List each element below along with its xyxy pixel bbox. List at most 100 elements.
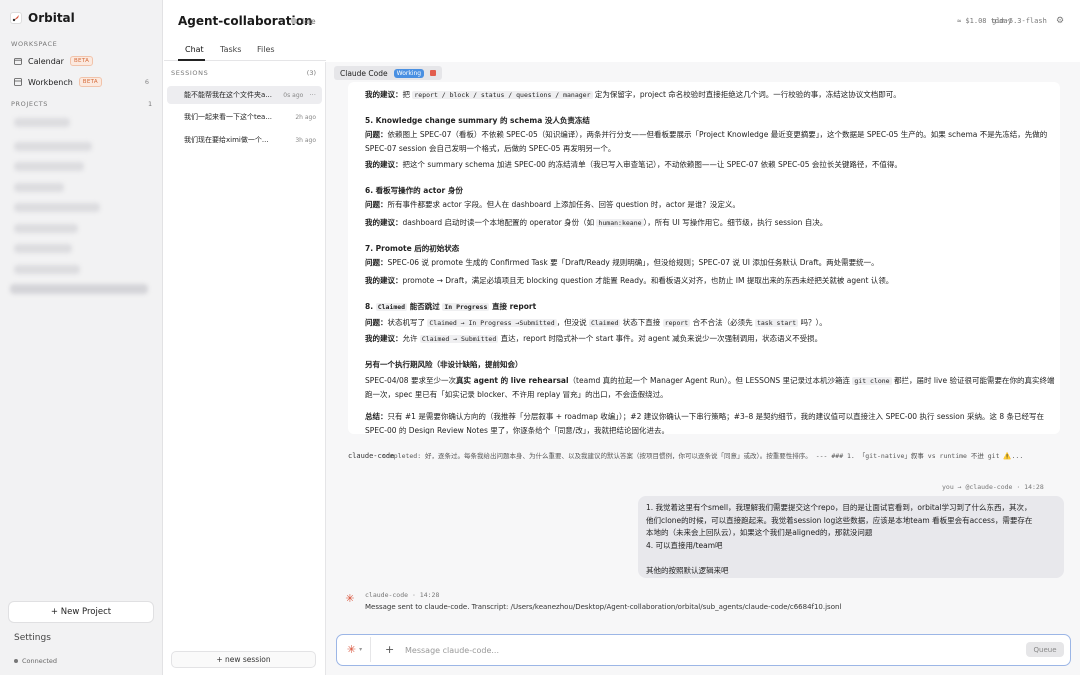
suggestion-lead: 我的建议： bbox=[365, 334, 403, 343]
text: 能否跳过 bbox=[407, 302, 443, 311]
session-time: 0s ago bbox=[283, 91, 304, 99]
section-heading: 另有一个执行期风险（非设计缺陷，提前知会） bbox=[365, 360, 523, 369]
text: dashboard 启动时读一个本地配置的 operator 身份（如 bbox=[402, 218, 597, 227]
agent-picker[interactable]: ✳ ▾ bbox=[339, 637, 371, 662]
section-heading: 6. 看板写操作的 actor 身份 bbox=[365, 186, 463, 195]
completed-text: completed: 好，逐条过。每条我给出问题本身、为什么重要、以及我建议的默… bbox=[382, 452, 1024, 460]
project-item-blurred[interactable] bbox=[14, 183, 64, 192]
sidebar-item-calendar[interactable]: Calendar BETA bbox=[8, 52, 154, 70]
chevron-down-icon: ▾ bbox=[359, 646, 363, 653]
new-session-button[interactable]: + new session bbox=[171, 651, 316, 668]
text: ），所有 UI 写操作用它。细节级，执行 session 自决。 bbox=[643, 218, 828, 227]
connection-status: Connected bbox=[14, 657, 57, 665]
bold-text: 真实 agent 的 live rehearsal bbox=[455, 376, 569, 385]
beta-badge: BETA bbox=[78, 77, 102, 87]
inline-code: report / block / status / questions / ma… bbox=[412, 91, 593, 99]
chat-area: Claude Code Working 我的建议：把 report / bloc… bbox=[326, 62, 1080, 675]
project-item-blurred[interactable] bbox=[14, 265, 80, 274]
gear-icon[interactable]: ⚙ bbox=[1056, 16, 1064, 26]
problem-lead: 问题： bbox=[365, 318, 388, 327]
inline-code: report bbox=[662, 319, 691, 327]
project-item-blurred[interactable] bbox=[14, 224, 78, 233]
user-message-line: 4. 可以直接用/team吧 bbox=[646, 540, 723, 550]
text: 只有 #1 是需要你确认方向的（我推荐「分层叙事 + roadmap 收编」）；… bbox=[365, 412, 1045, 434]
brand[interactable]: Orbital bbox=[10, 11, 75, 25]
stop-icon[interactable] bbox=[430, 70, 437, 76]
text: 状态下直接 bbox=[620, 318, 663, 327]
message-paragraph: 我的建议：dashboard 启动时读一个本地配置的 operator 身份（如… bbox=[365, 216, 1055, 230]
message-paragraph: 我的建议：promote → Draft，满足必填项且无 blocking qu… bbox=[365, 274, 1055, 288]
text: SPEC-04/08 要求至少一次 bbox=[365, 376, 456, 385]
inline-code: human:keane bbox=[596, 219, 644, 227]
text: （teamd 真的拉起一个 Manager Agent Run）。但 LESSO… bbox=[568, 376, 853, 385]
project-item-active-blurred[interactable] bbox=[10, 284, 148, 294]
message-paragraph: 总结：只有 #1 是需要你确认方向的（我推荐「分层叙事 + roadmap 收编… bbox=[365, 410, 1055, 434]
queue-button[interactable]: Queue bbox=[1026, 642, 1064, 657]
section-heading: 7. Promote 后的初始状态 bbox=[365, 244, 460, 253]
project-item-blurred[interactable] bbox=[14, 118, 70, 127]
sidebar-item-label: Calendar bbox=[28, 56, 64, 66]
projects-label: PROJECTS bbox=[11, 100, 49, 108]
session-time: 2h ago bbox=[295, 113, 316, 121]
inline-code: task start bbox=[754, 319, 799, 327]
session-title: 能不能帮我在这个文件夹a... bbox=[184, 91, 272, 99]
text: 所有事件都要求 actor 字段。但人在 dashboard 上添加任务、回答 … bbox=[387, 200, 740, 209]
session-title: 我们现在要给ximi做一个... bbox=[184, 136, 269, 144]
reply-text: Message sent to claude-code. Transcript:… bbox=[365, 603, 842, 611]
project-item-blurred[interactable] bbox=[14, 244, 72, 253]
user-message-meta: you → @claude-code · 14:28 bbox=[942, 483, 1044, 491]
claude-icon: ✳ bbox=[346, 643, 357, 656]
reply-meta: claude-code · 14:28 bbox=[365, 591, 440, 599]
settings-link[interactable]: Settings bbox=[14, 633, 51, 643]
text: SPEC-06 说 promote 生成的 Confirmed Task 要「D… bbox=[387, 258, 879, 267]
section-heading: 5. Knowledge change summary 的 schema 没人负… bbox=[365, 116, 590, 125]
project-item-blurred[interactable] bbox=[14, 162, 84, 171]
projects-count: 1 bbox=[148, 100, 153, 108]
text: 吗？）。 bbox=[798, 318, 827, 327]
suggestion-lead: 我的建议： bbox=[365, 276, 403, 285]
inline-code: Claimed bbox=[589, 319, 621, 327]
tab-chat[interactable]: Chat bbox=[185, 45, 204, 54]
active-tab-indicator bbox=[178, 59, 205, 61]
text: 把 bbox=[402, 90, 413, 99]
claude-avatar-icon: ✳ bbox=[345, 591, 355, 605]
message-paragraph: 问题：SPEC-06 说 promote 生成的 Confirmed Task … bbox=[365, 256, 1055, 270]
message-paragraph: 问题：所有事件都要求 actor 字段。但人在 dashboard 上添加任务、… bbox=[365, 198, 1055, 212]
status-dot-icon bbox=[291, 18, 297, 24]
inline-code: git clone bbox=[852, 377, 892, 385]
message-paragraph: SPEC-04/08 要求至少一次真实 agent 的 live rehears… bbox=[365, 374, 1055, 402]
more-icon[interactable]: ··· bbox=[309, 91, 316, 99]
session-item[interactable]: 我们一起来看一下这个tea... 2h ago bbox=[167, 108, 322, 126]
sessions-panel: SESSIONS (3) 能不能帮我在这个文件夹a... 0s ago ··· … bbox=[164, 62, 326, 675]
message-paragraph: 问题：状态机写了 Claimed → In Progress →Submitte… bbox=[365, 316, 1055, 330]
message-paragraph: 我的建议：把 report / block / status / questio… bbox=[365, 88, 1055, 102]
model-selector[interactable]: glm-5.3-flash bbox=[992, 17, 1047, 25]
project-item-blurred[interactable] bbox=[14, 142, 92, 151]
sidebar-item-workbench[interactable]: Workbench BETA 6 bbox=[8, 73, 154, 91]
text: 合不合法（必须先 bbox=[690, 318, 755, 327]
session-time: 3h ago bbox=[295, 136, 316, 144]
project-item-blurred[interactable] bbox=[14, 203, 100, 212]
user-message-line: 其他的按照默认逻辑来吧 bbox=[646, 565, 729, 575]
problem-lead: 问题： bbox=[365, 258, 388, 267]
text: 依赖图上 SPEC-07（看板）不依赖 SPEC-05（知识编译），两条并行分支… bbox=[365, 130, 1048, 153]
text: 8. bbox=[365, 302, 376, 311]
app-name: Orbital bbox=[28, 11, 75, 25]
sessions-count: (3) bbox=[306, 69, 316, 77]
message-input[interactable] bbox=[405, 643, 1005, 657]
calendar-icon bbox=[13, 57, 22, 66]
session-item[interactable]: 能不能帮我在这个文件夹a... 0s ago ··· bbox=[167, 86, 322, 104]
user-message-line: 他们clone的时候，可以直接跑起来。我觉着session log这些数据，应该… bbox=[646, 515, 1033, 525]
session-item[interactable]: 我们现在要给ximi做一个... 3h ago bbox=[167, 131, 322, 149]
text: 直达，report 时隐式补一个 start 事件。对 agent 减负来说少一… bbox=[498, 334, 823, 343]
agent-tab[interactable]: Claude Code Working bbox=[334, 66, 443, 80]
tab-tasks[interactable]: Tasks bbox=[220, 45, 241, 54]
attach-plus-icon[interactable]: + bbox=[385, 643, 394, 656]
tab-files[interactable]: Files bbox=[257, 45, 275, 54]
new-project-button[interactable]: + New Project bbox=[8, 601, 154, 623]
text: 直接 report bbox=[489, 302, 537, 311]
text: ，但没说 bbox=[556, 318, 590, 327]
session-title: 我们一起来看一下这个tea... bbox=[184, 113, 273, 121]
agent-tab-name: Claude Code bbox=[340, 68, 388, 78]
user-message-line bbox=[646, 552, 1056, 565]
